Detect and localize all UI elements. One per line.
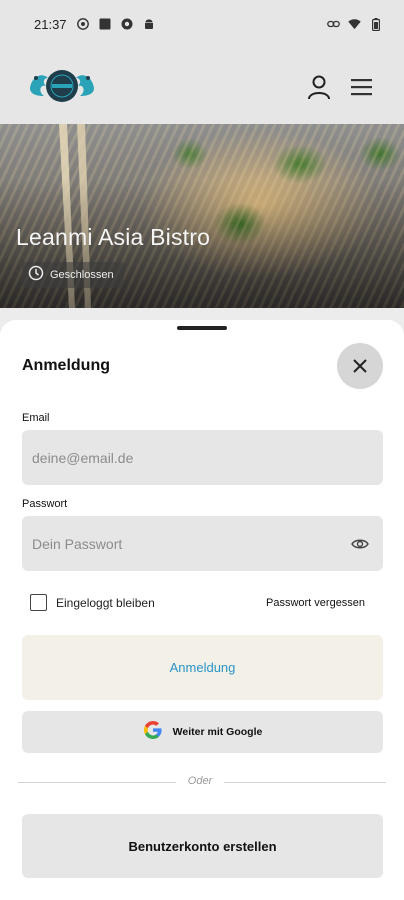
google-signin-label: Weiter mit Google <box>172 726 263 738</box>
login-button-label: Anmeldung <box>169 660 236 675</box>
opening-status-badge: Geschlossen <box>22 262 124 288</box>
google-icon <box>143 720 163 745</box>
close-icon <box>353 359 367 373</box>
opening-status-label: Geschlossen <box>50 269 114 281</box>
sheet-title: Anmeldung <box>22 357 110 374</box>
wifi-icon <box>348 18 361 31</box>
link-icon <box>327 18 340 31</box>
or-divider-label: Oder <box>187 775 213 787</box>
dragon-logo[interactable] <box>26 66 98 106</box>
google-signin-button[interactable]: Weiter mit Google <box>22 711 383 753</box>
login-sheet: Anmeldung Email Passwort Eingeloggt blei… <box>0 320 404 900</box>
user-icon[interactable] <box>306 74 332 100</box>
eye-icon[interactable] <box>351 535 369 553</box>
status-icons-left <box>77 18 156 31</box>
menu-icon[interactable] <box>350 78 374 96</box>
square-icon <box>99 18 112 31</box>
remember-me[interactable]: Eingeloggt bleiben <box>30 594 155 611</box>
close-button[interactable] <box>337 343 383 389</box>
email-field[interactable] <box>32 449 332 466</box>
record-icon <box>121 18 134 31</box>
password-field-container[interactable] <box>22 516 383 571</box>
remember-me-label[interactable]: Eingeloggt bleiben <box>56 596 155 610</box>
password-field[interactable] <box>32 535 332 552</box>
battery-icon <box>369 17 382 31</box>
restaurant-title: Leanmi Asia Bistro <box>16 224 211 250</box>
email-label: Email <box>22 412 50 424</box>
status-icons-right <box>327 17 382 31</box>
android-icon <box>143 18 156 31</box>
status-bar: 21:37 <box>0 0 404 48</box>
remember-me-checkbox[interactable] <box>30 594 47 611</box>
or-divider: Oder <box>18 775 386 787</box>
hero-banner: Leanmi Asia Bistro Geschlossen <box>0 124 404 308</box>
forgot-password-link[interactable]: Passwort vergessen <box>266 597 365 609</box>
create-account-button[interactable]: Benutzerkonto erstellen <box>22 814 383 878</box>
sheet-drag-handle[interactable] <box>177 326 227 330</box>
create-account-label: Benutzerkonto erstellen <box>128 838 277 854</box>
status-time: 21:37 <box>34 16 67 32</box>
email-field-container[interactable] <box>22 430 383 485</box>
password-label: Passwort <box>22 498 68 510</box>
chrome-icon <box>77 18 90 31</box>
login-button[interactable]: Anmeldung <box>22 635 383 700</box>
clock-icon <box>28 265 44 286</box>
app-header <box>0 48 404 124</box>
